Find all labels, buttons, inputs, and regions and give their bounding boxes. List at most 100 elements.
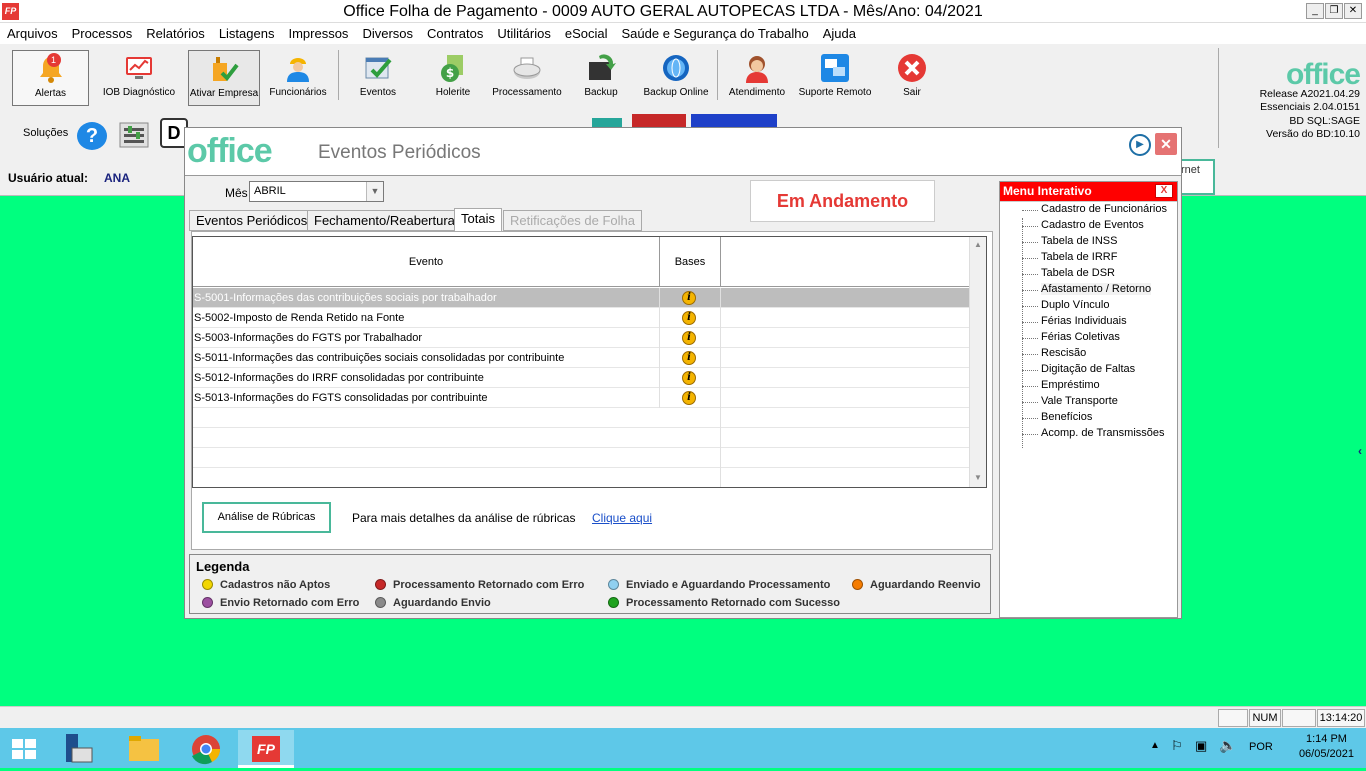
input-language[interactable]: POR <box>1249 741 1273 753</box>
info-icon[interactable]: i <box>682 351 696 365</box>
legend-label: Processamento Retornado com Sucesso <box>626 597 840 609</box>
table-row[interactable]: S-5001-Informações das contribuições soc… <box>193 288 969 308</box>
menu-item-tabela-dsr[interactable]: Tabela de DSR <box>1041 267 1115 279</box>
alertas-button[interactable]: 1 Alertas <box>12 50 89 106</box>
taskbar-fp-app[interactable]: FP <box>238 730 294 768</box>
tray-flag-icon[interactable]: ⚐ <box>1171 738 1183 754</box>
holerite-button[interactable]: $ Holerite <box>428 50 478 102</box>
menu-diversos[interactable]: Diversos <box>362 26 413 41</box>
tray-network-icon[interactable]: ▣ <box>1195 738 1207 754</box>
release-text: Release A2021.04.29 <box>1259 88 1360 100</box>
col-evento-header[interactable]: Evento <box>193 237 660 287</box>
info-icon[interactable]: i <box>682 291 696 305</box>
dialog-body: Mês ABRIL ▼ Em Andamento Eventos Periódi… <box>185 176 1181 618</box>
evento-cell: S-5011-Informações das contribuições soc… <box>193 348 660 368</box>
atendimento-button[interactable]: Atendimento <box>726 50 788 102</box>
scroll-down-arrow-icon[interactable]: ▼ <box>972 473 984 485</box>
maximize-button[interactable]: ❐ <box>1325 3 1343 19</box>
menu-item-tabela-irrf[interactable]: Tabela de IRRF <box>1041 251 1117 263</box>
menu-esocial[interactable]: eSocial <box>565 26 608 41</box>
app-icon-blue[interactable] <box>691 114 777 128</box>
menu-saude-seguranca[interactable]: Saúde e Segurança do Trabalho <box>622 26 809 41</box>
bases-cell: i <box>660 308 721 328</box>
col-bases-header[interactable]: Bases <box>660 237 721 287</box>
analise-help-text: Para mais detalhes da análise de rúbrica… <box>352 511 576 525</box>
menu-item-acomp-transmissoes[interactable]: Acomp. de Transmissões <box>1041 427 1165 439</box>
iob-diagnostico-button[interactable]: IOB Diagnóstico <box>100 50 178 102</box>
menu-impressos[interactable]: Impressos <box>288 26 348 41</box>
info-icon[interactable]: i <box>682 391 696 405</box>
backup-button[interactable]: Backup <box>578 50 624 102</box>
tab-totais[interactable]: Totais <box>454 208 502 232</box>
taskbar-clock[interactable]: 1:14 PM 06/05/2021 <box>1299 732 1354 762</box>
dialog-close-button[interactable]: ✕ <box>1155 133 1177 155</box>
backup-online-button[interactable]: Backup Online <box>642 50 710 102</box>
menu-relatorios[interactable]: Relatórios <box>146 26 205 41</box>
menu-item-rescisao[interactable]: Rescisão <box>1041 347 1086 359</box>
menu-item-emprestimo[interactable]: Empréstimo <box>1041 379 1100 391</box>
menu-item-afastamento-retorno[interactable]: Afastamento / Retorno <box>1041 283 1152 295</box>
sair-button[interactable]: Sair <box>890 50 934 102</box>
menu-arquivos[interactable]: Arquivos <box>7 26 58 41</box>
table-row[interactable]: S-5012-Informações do IRRF consolidadas … <box>193 368 969 388</box>
info-icon[interactable]: i <box>682 331 696 345</box>
table-row[interactable]: S-5011-Informações das contribuições soc… <box>193 348 969 368</box>
menu-ajuda[interactable]: Ajuda <box>823 26 856 41</box>
expand-chevron-icon[interactable]: ‹ <box>1358 444 1362 458</box>
grid-vertical-scrollbar[interactable]: ▲ ▼ <box>969 237 986 487</box>
table-row[interactable]: S-5003-Informações do FGTS por Trabalhad… <box>193 328 969 348</box>
ativar-empresa-button[interactable]: Ativar Empresa <box>188 50 260 106</box>
menu-item-beneficios[interactable]: Benefícios <box>1041 411 1092 423</box>
analise-rubricas-button[interactable]: Análise de Rúbricas <box>202 502 331 533</box>
menu-listagens[interactable]: Listagens <box>219 26 275 41</box>
menu-utilitarios[interactable]: Utilitários <box>497 26 550 41</box>
file-explorer-icon[interactable] <box>120 730 168 768</box>
menu-item-digitacao-faltas[interactable]: Digitação de Faltas <box>1041 363 1135 375</box>
table-row[interactable]: S-5013-Informações do FGTS consolidadas … <box>193 388 969 408</box>
table-row[interactable]: S-5002-Imposto de Renda Retido na Fonte … <box>193 308 969 328</box>
video-play-icon[interactable]: ▶ <box>1129 134 1151 156</box>
menu-item-cadastro-funcionarios[interactable]: Cadastro de Funcionários <box>1041 203 1167 215</box>
app-icon-red[interactable] <box>632 114 686 128</box>
mes-select[interactable]: ABRIL ▼ <box>249 181 384 202</box>
empty-row <box>193 448 969 468</box>
empty-row <box>193 428 969 448</box>
suporte-remoto-button[interactable]: Suporte Remoto <box>798 50 872 102</box>
usuario-value: ANA <box>104 171 130 185</box>
menu-item-cadastro-eventos[interactable]: Cadastro de Eventos <box>1041 219 1144 231</box>
scroll-up-arrow-icon[interactable]: ▲ <box>972 240 984 252</box>
tray-speaker-icon[interactable]: 🔈 <box>1219 737 1236 754</box>
info-icon[interactable]: i <box>682 371 696 385</box>
bell-icon: 1 <box>35 53 67 85</box>
monitor-chart-icon <box>123 52 155 84</box>
info-icon[interactable]: i <box>682 311 696 325</box>
funcionarios-label: Funcionários <box>269 87 327 98</box>
menu-contratos[interactable]: Contratos <box>427 26 483 41</box>
tray-chevron-up-icon[interactable]: ▲ <box>1150 740 1160 751</box>
menu-item-ferias-coletivas[interactable]: Férias Coletivas <box>1041 331 1120 343</box>
processamento-button[interactable]: Processamento <box>490 50 564 102</box>
clique-aqui-link[interactable]: Clique aqui <box>592 511 652 525</box>
eventos-button[interactable]: Eventos <box>350 50 406 102</box>
server-manager-icon[interactable] <box>56 730 104 768</box>
chevron-down-icon[interactable]: ▼ <box>366 182 383 201</box>
windows-start-icon[interactable] <box>0 730 48 768</box>
menu-interativo-close-button[interactable]: X <box>1155 184 1173 198</box>
settings-sliders-icon[interactable] <box>118 120 150 150</box>
menu-item-ferias-individuais[interactable]: Férias Individuais <box>1041 315 1127 327</box>
close-window-button[interactable]: ✕ <box>1344 3 1362 19</box>
evento-cell: S-5001-Informações das contribuições soc… <box>193 288 660 308</box>
tab-fechamento-reabertura[interactable]: Fechamento/Reabertura <box>307 210 462 231</box>
help-icon[interactable]: ? <box>77 122 107 150</box>
holerite-label: Holerite <box>435 87 471 98</box>
empty-cell <box>660 468 721 487</box>
menu-item-duplo-vinculo[interactable]: Duplo Vínculo <box>1041 299 1110 311</box>
menu-item-tabela-inss[interactable]: Tabela de INSS <box>1041 235 1117 247</box>
funcionarios-button[interactable]: Funcionários <box>266 50 330 102</box>
tab-eventos-periodicos[interactable]: Eventos Periódicos <box>189 210 315 231</box>
minimize-button[interactable]: _ <box>1306 3 1324 19</box>
menu-item-vale-transporte[interactable]: Vale Transporte <box>1041 395 1118 407</box>
menu-processos[interactable]: Processos <box>72 26 133 41</box>
chrome-icon[interactable] <box>182 730 230 768</box>
eventos-grid: Evento Bases S-5001-Informações das cont… <box>192 236 987 488</box>
